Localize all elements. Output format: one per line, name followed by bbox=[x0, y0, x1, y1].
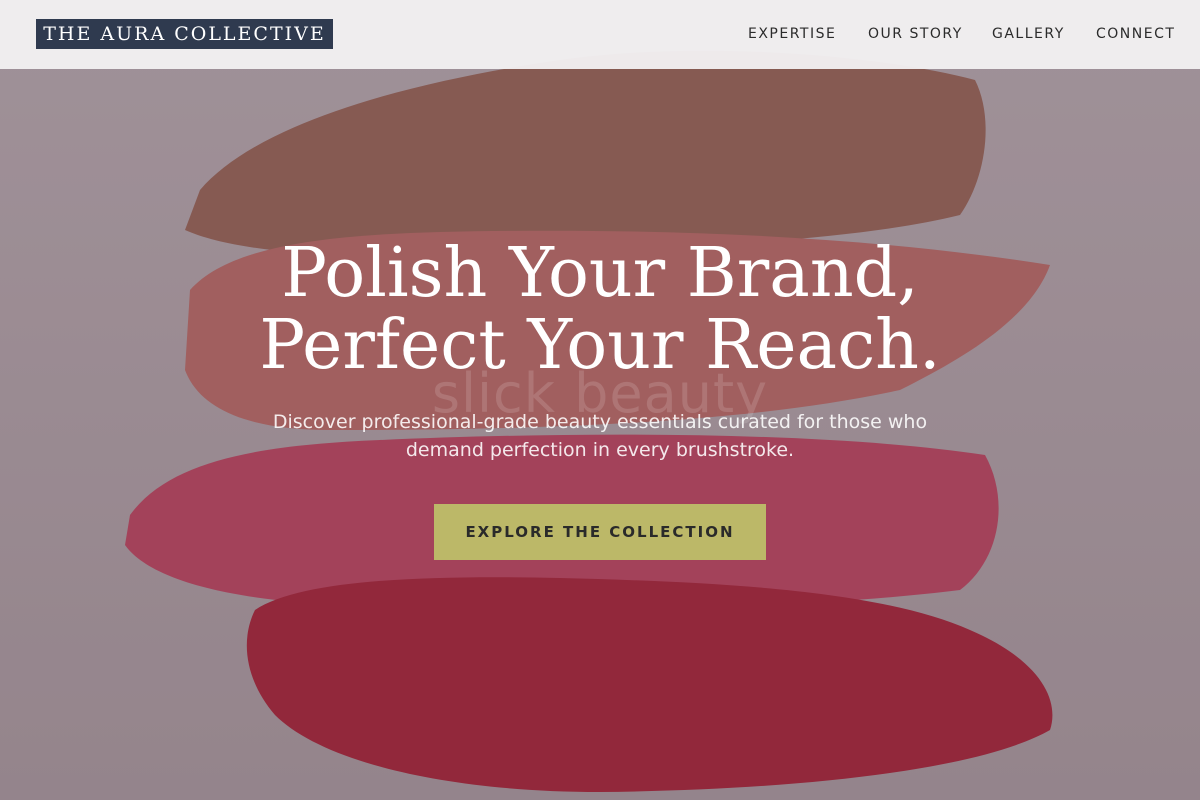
headline-line-2: Perfect Your Reach. bbox=[259, 306, 941, 385]
top-navbar: THE AURA COLLECTIVE EXPERTISE OUR STORY … bbox=[0, 0, 1200, 69]
explore-collection-button[interactable]: EXPLORE THE COLLECTION bbox=[434, 504, 766, 560]
nav-item-our-story[interactable]: OUR STORY bbox=[868, 22, 963, 46]
nav-item-gallery[interactable]: GALLERY bbox=[992, 22, 1065, 46]
hero-subtitle: Discover professional-grade beauty essen… bbox=[272, 411, 928, 461]
nav-item-connect[interactable]: CONNECT bbox=[1096, 22, 1175, 46]
nav-item-expertise[interactable]: EXPERTISE bbox=[748, 22, 836, 46]
hero-headline: Polish Your Brand, Perfect Your Reach. bbox=[0, 238, 1200, 382]
brand-logo[interactable]: THE AURA COLLECTIVE bbox=[36, 19, 333, 49]
hero-section: slick beauty Polish Your Brand, Perfect … bbox=[0, 0, 1200, 800]
headline-line-1: Polish Your Brand, bbox=[281, 234, 919, 313]
